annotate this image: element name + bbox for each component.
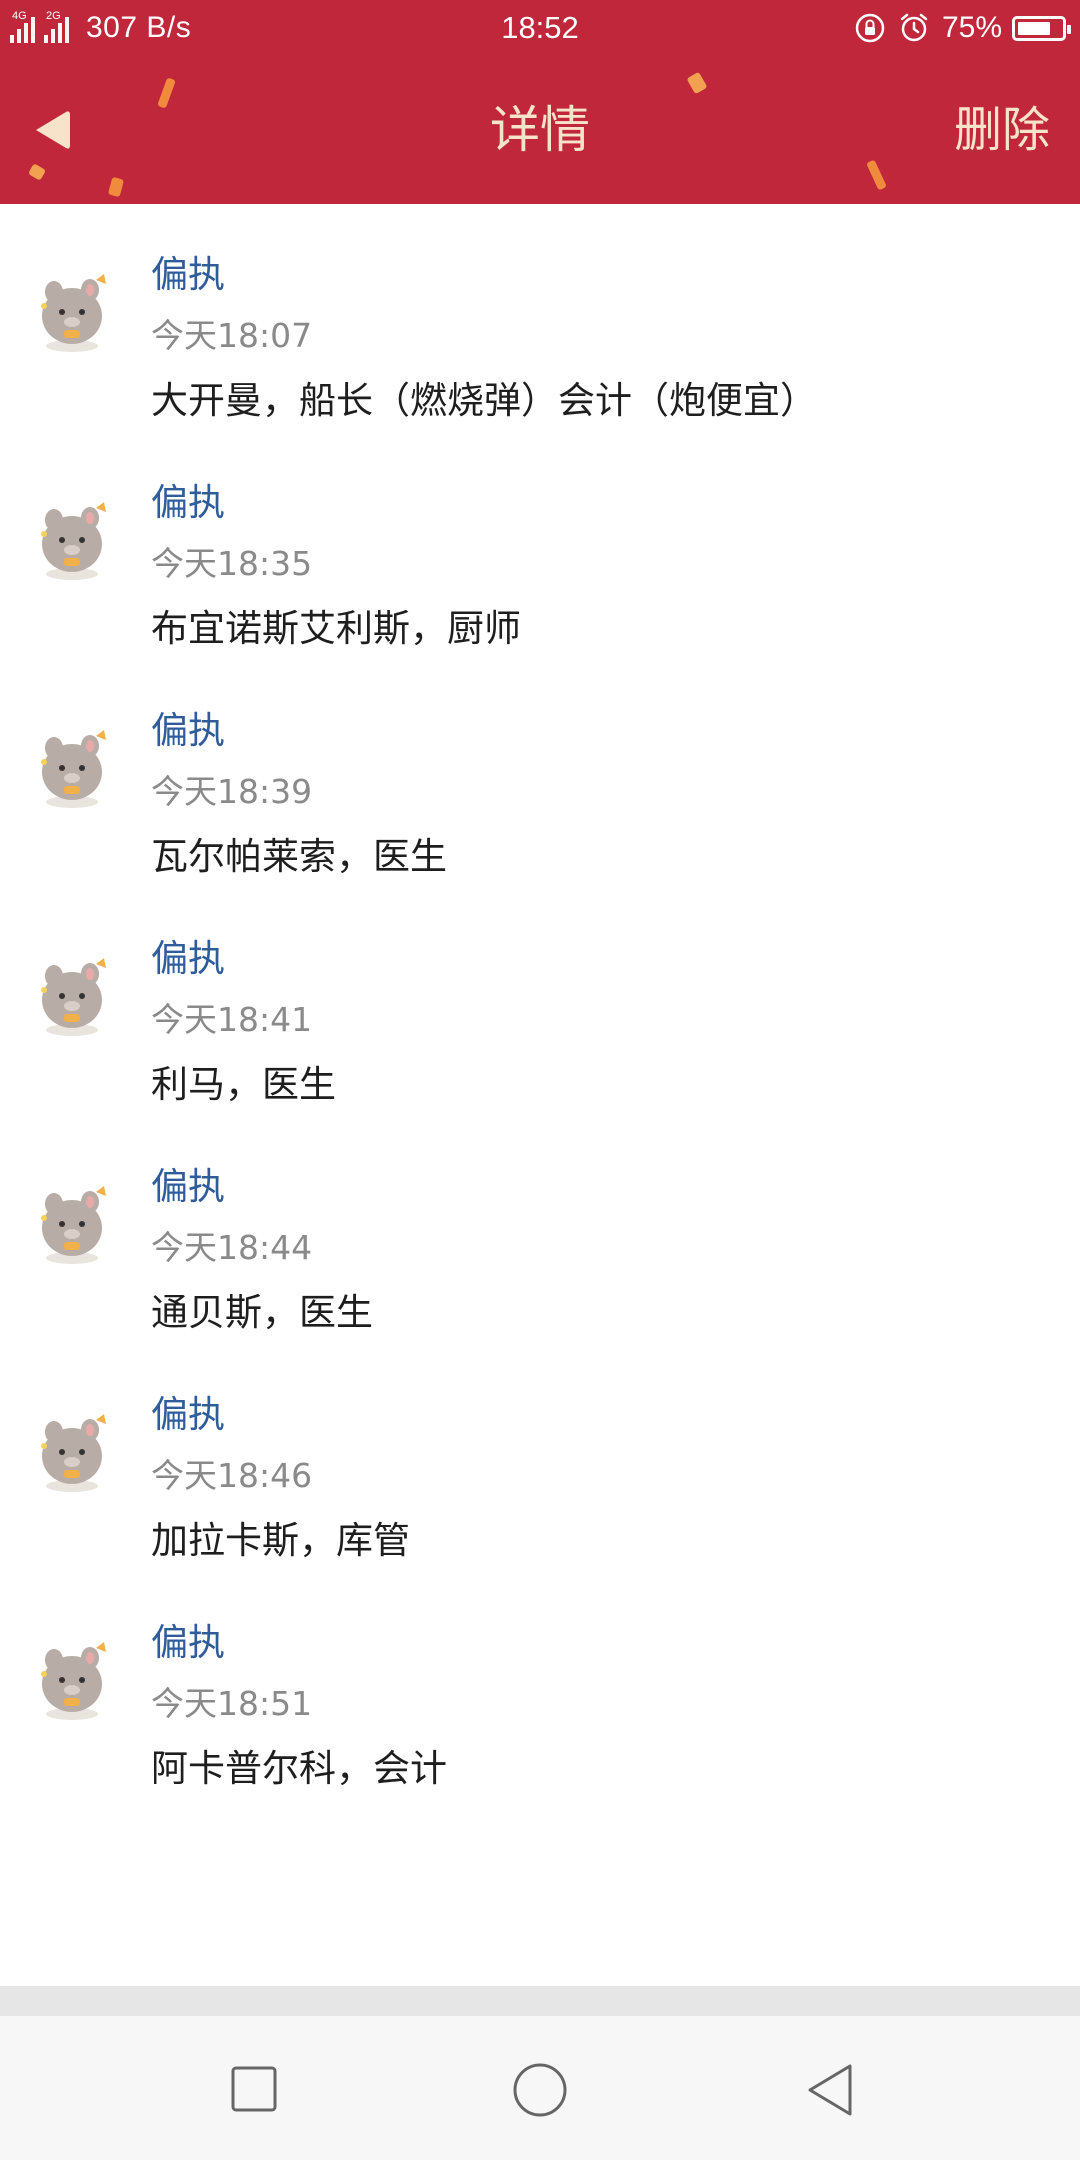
alarm-icon [898,12,930,44]
avatar[interactable] [32,1184,112,1268]
home-button[interactable] [510,2060,570,2120]
comment-author[interactable]: 偏执 [151,478,225,528]
comment-item[interactable]: 偏执 今天18:35 布宜诺斯艾利斯，厨师 [0,456,1080,684]
comment-item[interactable]: 偏执 今天18:46 加拉卡斯，库管 [0,1368,1080,1596]
comment-author[interactable]: 偏执 [151,250,225,300]
comment-time: 今天18:41 [151,1000,313,1039]
avatar[interactable] [32,272,112,356]
comment-text: 加拉卡斯，库管 [151,1519,410,1562]
battery-percent: 75% [941,11,1002,44]
battery-level-fill [1018,21,1050,35]
screen: 4G 2G 307 B/s 18:52 75% 详情 删除 偏执 今天18:07… [0,0,1080,2160]
comment-author[interactable]: 偏执 [151,934,225,984]
comment-item[interactable]: 偏执 今天18:51 阿卡普尔科，会计 [0,1596,1080,1824]
avatar[interactable] [32,728,112,812]
comment-item[interactable]: 偏执 今天18:01 圣多明哥，炮手 [0,204,1080,228]
battery-icon [1012,15,1071,41]
comment-item[interactable]: 偏执 今天18:41 利马，医生 [0,912,1080,1140]
comment-item[interactable]: 偏执 今天18:44 通贝斯，医生 [0,1140,1080,1368]
avatar[interactable] [32,1640,112,1724]
comment-text: 阿卡普尔科，会计 [151,1747,447,1790]
comment-text: 瓦尔帕莱索，医生 [151,835,447,878]
system-back-button[interactable] [800,2060,860,2120]
comment-time: 今天18:44 [151,1228,313,1267]
comment-author[interactable]: 偏执 [151,1390,225,1440]
comment-time: 今天18:51 [151,1684,313,1723]
comment-time: 今天18:46 [151,1456,313,1495]
avatar[interactable] [32,1412,112,1496]
list-bottom-divider [0,1986,1080,2016]
status-right: 75% [842,0,1071,56]
avatar[interactable] [32,500,112,584]
comment-text: 大开曼，船长（燃烧弹）会计（炮便宜） [151,379,817,422]
avatar[interactable] [32,956,112,1040]
comment-time: 今天18:35 [151,544,313,583]
status-bar: 4G 2G 307 B/s 18:52 75% [0,0,1080,56]
comment-text: 布宜诺斯艾利斯，厨师 [151,607,521,650]
comment-text: 利马，医生 [151,1063,336,1106]
system-navigation-bar [0,2016,1080,2160]
triangle-back-icon [808,2064,852,2116]
comment-author[interactable]: 偏执 [151,1618,225,1668]
page-title: 详情 [490,101,590,159]
comment-time: 今天18:07 [151,316,313,355]
delete-button[interactable]: 删除 [954,56,1050,204]
comment-author[interactable]: 偏执 [151,706,225,756]
square-recents-icon [231,2066,277,2112]
comment-time: 今天18:39 [151,772,313,811]
rotation-lock-icon [854,12,886,44]
comment-item[interactable]: 偏执 今天18:39 瓦尔帕莱索，医生 [0,684,1080,912]
comment-text: 通贝斯，医生 [151,1291,373,1334]
circle-home-icon [513,2063,567,2117]
comment-item[interactable]: 偏执 今天18:07 大开曼，船长（燃烧弹）会计（炮便宜） [0,228,1080,456]
comment-author[interactable]: 偏执 [151,1162,225,1212]
recents-button[interactable] [225,2060,285,2120]
comment-list-inner: 偏执 今天18:01 圣多明哥，炮手 偏执 今天18:07 大开曼，船长（燃烧弹… [0,204,1080,1824]
navigation-bar: 详情 删除 [0,56,1080,204]
comment-list[interactable]: 偏执 今天18:01 圣多明哥，炮手 偏执 今天18:07 大开曼，船长（燃烧弹… [0,204,1080,1986]
